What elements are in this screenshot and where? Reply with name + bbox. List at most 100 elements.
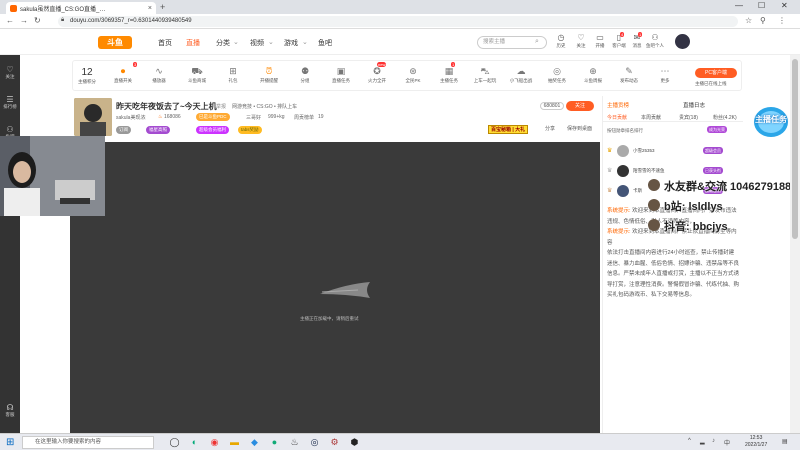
toolbar-item-ship[interactable]: ☁ 小飞船出战	[507, 66, 535, 84]
scrollbar-thumb[interactable]	[792, 59, 798, 239]
browser-tab-bar: sakula虽然直播_CS:GO直播_… × + — ☐ ✕	[0, 0, 800, 14]
search-icon[interactable]: ⌕	[535, 38, 539, 46]
tab-week[interactable]: 本周贡献	[641, 114, 661, 121]
toolbar-item-shop[interactable]: ⛟ 斗鱼商城	[183, 66, 211, 84]
save-desktop-button[interactable]: 保存到桌面	[567, 125, 592, 132]
rank-row[interactable]: ♛ 小雪25353 超级会员	[605, 144, 741, 158]
chip-fuxing[interactable]: 福星高照	[146, 126, 170, 134]
chip-subscribe[interactable]: 订阅	[116, 126, 131, 134]
toolbar-item-player[interactable]: ∿ 播放器	[145, 66, 173, 84]
new-tab-button[interactable]: +	[160, 2, 165, 12]
history-button[interactable]: ◷ 历史	[552, 33, 570, 49]
chip-vip[interactable]: 超级会员福利	[196, 126, 229, 134]
volume-icon[interactable]: ♪	[712, 438, 715, 444]
mail-icon: ✉	[633, 33, 641, 42]
tab-close-icon[interactable]: ×	[148, 5, 152, 12]
room-category[interactable]: 网游竞技 • CS:GO • 排队上车	[232, 103, 297, 110]
nav-video[interactable]: 视频	[250, 38, 264, 48]
toolbar-item-pk[interactable]: ⊛ 全民PK	[399, 66, 427, 84]
tab-today[interactable]: 今日贡献	[607, 114, 627, 121]
network-icon[interactable]: ▂	[700, 438, 705, 445]
toolbar-item-car[interactable]: ⛍ 上车一起玩	[471, 66, 499, 84]
toolbar-item-alarm[interactable]: ⏰︎ 开播提醒	[255, 66, 283, 84]
url-field[interactable]: douyu.com/3069357_r=0.6301440939480549	[58, 16, 738, 27]
toolbar-item-fire[interactable]: ✪ 火力全开	[363, 66, 391, 84]
task-view-icon[interactable]: ◯	[168, 436, 181, 449]
back-icon[interactable]: ←	[6, 16, 14, 25]
rail-follow[interactable]: ♡ 关注	[2, 65, 18, 80]
report-link[interactable]: 举报	[216, 103, 226, 110]
menu-icon[interactable]: ⋮	[778, 16, 786, 25]
windows-start-icon[interactable]: ⊞	[6, 437, 14, 448]
tab-fans[interactable]: 粉丝(4.2K)	[713, 114, 737, 121]
nav-home[interactable]: 首页	[158, 38, 172, 48]
toolbar-item-gift[interactable]: ⊞ 礼包	[219, 66, 247, 84]
nav-yuba[interactable]: 鱼吧	[318, 38, 332, 48]
people-icon: ⚉	[300, 66, 310, 76]
minimize-button[interactable]: —	[735, 1, 743, 10]
toolbar-item-anchor-task[interactable]: ▦ 主播任务	[435, 66, 463, 84]
follow-button[interactable]: 关注	[566, 101, 594, 111]
nav-category[interactable]: 分类	[216, 38, 230, 48]
messages-button[interactable]: ✉ 消息	[628, 33, 646, 49]
obs-icon[interactable]: ◎	[308, 436, 321, 449]
become-fan-badge[interactable]: 成为光荣	[707, 126, 727, 133]
nav-games[interactable]: 游戏	[284, 38, 298, 48]
yuba-personal-button[interactable]: ⚇ 鱼吧个人	[646, 33, 664, 49]
room-id[interactable]: 680801	[540, 102, 564, 110]
qq-icon[interactable]: ◆	[248, 436, 261, 449]
douyu-logo[interactable]: 斗鱼	[98, 36, 132, 49]
game-icon[interactable]: ⚙	[328, 436, 341, 449]
toolbar-item-more[interactable]: ⋯ 更多	[651, 66, 679, 84]
tab-vip[interactable]: 贵宾(18)	[679, 114, 698, 121]
rail-ranking[interactable]: ☰ 排行榜	[2, 95, 18, 110]
taskbar-clock[interactable]: 12:53 2022/1/27	[745, 435, 767, 449]
steam-icon[interactable]: ♨	[288, 436, 301, 449]
start-stream-button[interactable]: ▭ 开播	[591, 33, 609, 49]
notification-icon[interactable]: ▤	[782, 438, 788, 445]
csgo-icon[interactable]: ⬢	[348, 436, 361, 449]
browser-tab[interactable]: sakula虽然直播_CS:GO直播_… ×	[6, 2, 156, 14]
pc-client-button[interactable]: PC客户端	[695, 68, 737, 78]
vs-icon: ⊛	[409, 66, 417, 76]
streamer-avatar[interactable]	[74, 98, 112, 136]
anchor-task-banner[interactable]: 主播任务	[752, 100, 790, 140]
chip-tabs[interactable]: tabs奖励	[238, 126, 262, 134]
contribution-tabs: 今日贡献 本周贡献 贵宾(18) 粉丝(4.2K)	[603, 112, 743, 122]
calendar-icon: ▦	[444, 66, 454, 76]
panel-header-left[interactable]: 主播贡榜	[607, 101, 629, 109]
anchor-level[interactable]: 12 主播积分	[77, 67, 97, 85]
reload-icon[interactable]: ↻	[34, 16, 41, 25]
video-player[interactable]: 主播正在加载中，请稍后重试	[70, 142, 600, 433]
user-avatar[interactable]	[675, 34, 690, 49]
toolbar-item-lottery[interactable]: ◎ 抽奖任务	[543, 66, 571, 84]
lock-icon[interactable]: 🔒︎	[61, 17, 64, 24]
panel-header-right[interactable]: 直播日志	[683, 101, 705, 109]
streamer-name[interactable]: sakula美现浓	[116, 114, 145, 121]
extensions-icon[interactable]: ⚲	[760, 16, 766, 25]
page-scrollbar[interactable]	[790, 55, 800, 433]
toolbar-item-toggle[interactable]: ⏺ 直播开关	[109, 66, 137, 84]
media-icon[interactable]: ●	[268, 436, 281, 449]
edge-icon[interactable]: ◐	[188, 436, 201, 449]
nav-live[interactable]: 直播	[186, 38, 200, 48]
rail-service[interactable]: ☊ 客服	[2, 403, 18, 418]
toolbar-item-group[interactable]: ⚉ 分组	[291, 66, 319, 84]
chrome-icon[interactable]: ◉	[208, 436, 221, 449]
toolbar-item-weekly[interactable]: ⊕ 斗鱼周报	[579, 66, 607, 84]
client-button[interactable]: ▯ 客户端	[610, 33, 628, 49]
toolbar-item-ad-task[interactable]: ▣ 直播任务	[327, 66, 355, 84]
follow-list-button[interactable]: ♡ 关注	[572, 33, 590, 49]
taskbar-search-input[interactable]: 在这里输入你要搜索的内容	[22, 436, 154, 449]
close-window-button[interactable]: ✕	[781, 1, 788, 10]
maximize-button[interactable]: ☐	[758, 1, 765, 10]
share-button[interactable]: 分享	[545, 125, 555, 132]
folder-icon[interactable]: ▬	[228, 436, 241, 449]
star-icon[interactable]: ☆	[745, 16, 752, 25]
forward-icon[interactable]: →	[20, 16, 28, 25]
tray-expand-icon[interactable]: ^	[688, 438, 691, 444]
ime-icon[interactable]: 中	[724, 438, 730, 447]
rank-row[interactable]: ♛ 陌雪雪的不速鱼 已获头衔	[605, 164, 741, 178]
toolbar-item-post[interactable]: ✎ 发布动态	[615, 66, 643, 84]
treasure-box-button[interactable]: 百宝秘箱 | 大礼	[488, 125, 529, 134]
